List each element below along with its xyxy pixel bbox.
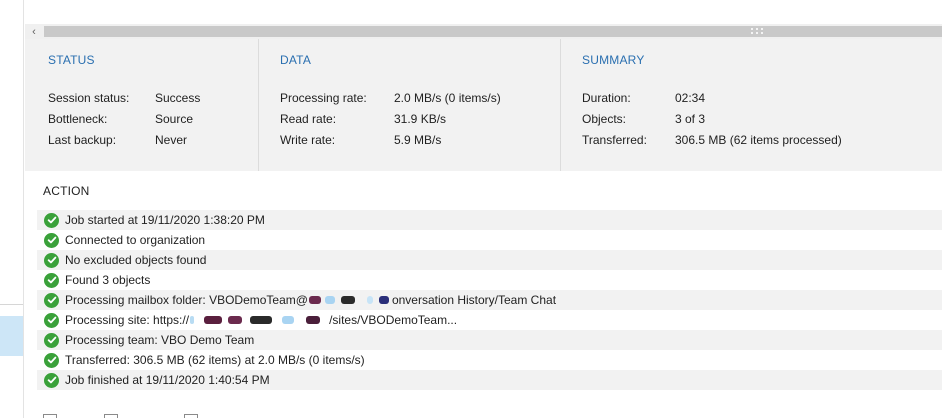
action-log-text: Job finished at 19/11/2020 1:40:54 PM — [65, 373, 270, 387]
write-rate-row: Write rate: 5.9 MB/s — [259, 133, 560, 149]
action-log-text: No excluded objects found — [65, 253, 207, 267]
action-log-list: Job started at 19/11/2020 1:38:20 PM Con… — [37, 210, 942, 390]
success-check-icon — [44, 252, 59, 268]
write-rate-value: 5.9 MB/s — [394, 133, 442, 147]
action-log-row[interactable]: Processing site: https:// /sites/VBODemo… — [37, 310, 942, 330]
left-pane-selected-item[interactable] — [0, 316, 23, 356]
processing-rate-row: Processing rate: 2.0 MB/s (0 items/s) — [259, 91, 560, 107]
success-check-icon — [44, 232, 59, 248]
objects-label: Objects: — [582, 112, 627, 126]
session-status-value: Success — [155, 91, 201, 105]
action-log-text-start: Processing mailbox folder: VBODemoTeam@ — [65, 293, 308, 307]
success-check-icon — [44, 212, 59, 228]
bottleneck-value: Source — [155, 112, 194, 126]
data-title: DATA — [280, 53, 312, 67]
duration-label: Duration: — [582, 91, 631, 105]
grip-icon — [751, 28, 765, 35]
action-log-row[interactable]: Job finished at 19/11/2020 1:40:54 PM — [37, 370, 942, 390]
objects-value: 3 of 3 — [675, 112, 706, 126]
bottom-checkbox[interactable] — [104, 414, 118, 418]
data-section: DATA Processing rate: 2.0 MB/s (0 items/… — [258, 39, 560, 171]
summary-title: SUMMARY — [582, 53, 645, 67]
processing-rate-label: Processing rate: — [280, 91, 367, 105]
success-check-icon — [44, 292, 59, 308]
read-rate-value: 31.9 KB/s — [394, 112, 447, 126]
left-pane-divider — [0, 304, 23, 305]
transferred-label: Transferred: — [582, 133, 647, 147]
action-log-row[interactable]: Processing team: VBO Demo Team — [37, 330, 942, 350]
bottleneck-label: Bottleneck: — [48, 112, 108, 126]
read-rate-row: Read rate: 31.9 KB/s — [259, 112, 560, 128]
action-log-text-end: onversation History/Team Chat — [391, 293, 557, 307]
read-rate-label: Read rate: — [280, 112, 337, 126]
scroll-left-arrow-icon[interactable]: ‹ — [28, 24, 40, 39]
action-log-text: Found 3 objects — [65, 273, 151, 287]
session-stats-panel: STATUS Session status: Success Bottlenec… — [25, 39, 942, 171]
last-backup-row: Last backup: Never — [25, 133, 258, 149]
action-log-text-end: /sites/VBODemoTeam... — [329, 313, 458, 327]
duration-value: 02:34 — [675, 91, 706, 105]
success-check-icon — [44, 352, 59, 368]
processing-rate-value: 2.0 MB/s (0 items/s) — [394, 91, 501, 105]
action-log-row[interactable]: Processing mailbox folder: VBODemoTeam@ … — [37, 290, 942, 310]
bottom-checkbox[interactable] — [43, 414, 57, 418]
action-log-row[interactable]: No excluded objects found — [37, 250, 942, 270]
bottom-checkbox[interactable] — [184, 414, 198, 418]
status-section: STATUS Session status: Success Bottlenec… — [25, 39, 258, 171]
status-title: STATUS — [48, 53, 95, 67]
success-check-icon — [44, 332, 59, 348]
scrollbar-thumb[interactable] — [44, 26, 942, 37]
action-log-row[interactable]: Job started at 19/11/2020 1:38:20 PM — [37, 210, 942, 230]
action-title: ACTION — [43, 184, 90, 198]
last-backup-label: Last backup: — [48, 133, 117, 147]
redacted-mark — [190, 314, 328, 326]
transferred-row: Transferred: 306.5 MB (62 items processe… — [561, 133, 942, 149]
summary-section: SUMMARY Duration: 02:34 Objects: 3 of 3 … — [560, 39, 942, 171]
horizontal-scrollbar[interactable]: ‹ — [25, 24, 942, 39]
action-log-text: Processing team: VBO Demo Team — [65, 333, 255, 347]
session-status-row: Session status: Success — [25, 91, 258, 107]
redacted-mark — [308, 294, 391, 306]
session-status-label: Session status: — [48, 91, 130, 105]
success-check-icon — [44, 372, 59, 388]
action-log-row[interactable]: Transferred: 306.5 MB (62 items) at 2.0 … — [37, 350, 942, 370]
action-log-text: Transferred: 306.5 MB (62 items) at 2.0 … — [65, 353, 365, 367]
action-log-text: Connected to organization — [65, 233, 206, 247]
success-check-icon — [44, 272, 59, 288]
transferred-value: 306.5 MB (62 items processed) — [675, 133, 842, 147]
action-log-text-start: Processing site: https:// — [65, 313, 190, 327]
objects-row: Objects: 3 of 3 — [561, 112, 942, 128]
duration-row: Duration: 02:34 — [561, 91, 942, 107]
action-log-row[interactable]: Connected to organization — [37, 230, 942, 250]
action-log-text: Job started at 19/11/2020 1:38:20 PM — [65, 213, 265, 227]
last-backup-value: Never — [155, 133, 188, 147]
success-check-icon — [44, 312, 59, 328]
bottleneck-row: Bottleneck: Source — [25, 112, 258, 128]
write-rate-label: Write rate: — [280, 133, 336, 147]
action-log-row[interactable]: Found 3 objects — [37, 270, 942, 290]
